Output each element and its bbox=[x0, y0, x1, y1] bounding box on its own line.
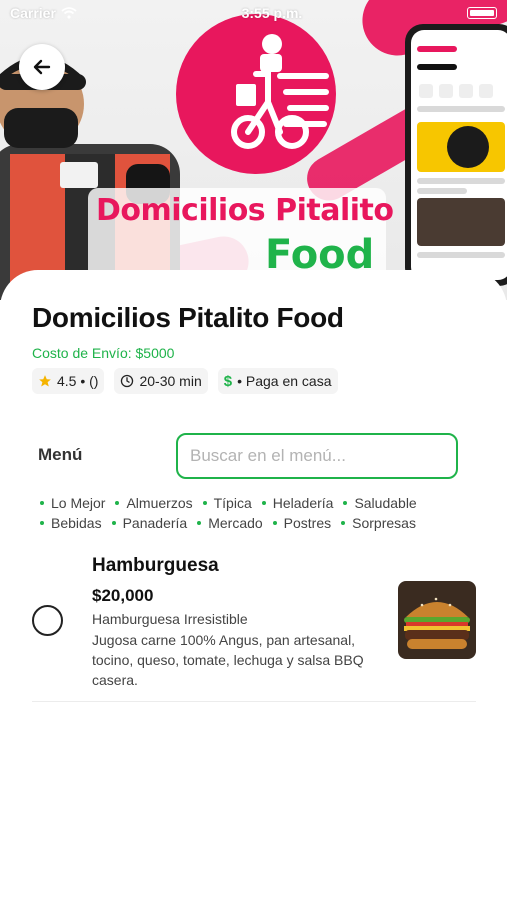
category-sorpresas[interactable]: Sorpresas bbox=[341, 515, 416, 531]
category-bebidas[interactable]: Bebidas bbox=[40, 515, 102, 531]
phone-ui-bar bbox=[417, 46, 457, 52]
store-title: Domicilios Pitalito Food bbox=[32, 302, 344, 333]
status-bar: Carrier 3:55 p.m. bbox=[0, 0, 507, 26]
item-image bbox=[398, 581, 476, 659]
shipping-cost: Costo de Envío: $5000 bbox=[32, 345, 175, 361]
rating-text: 4.5 • () bbox=[57, 373, 99, 389]
item-price: $20,000 bbox=[92, 586, 154, 605]
payment-text: • Paga en casa bbox=[237, 373, 332, 389]
star-icon bbox=[39, 375, 51, 387]
menu-search-input[interactable] bbox=[176, 433, 458, 479]
delivery-logo bbox=[176, 14, 336, 174]
carrier-label: Carrier bbox=[10, 5, 56, 21]
item-subtitle: Hamburguesa Irresistible bbox=[92, 611, 248, 627]
category-panaderia[interactable]: Panadería bbox=[111, 515, 187, 531]
phone-ui-logo bbox=[447, 126, 489, 168]
item-description: Jugosa carne 100% Angus, pan artesanal, … bbox=[92, 632, 364, 688]
hamburger-image bbox=[398, 581, 476, 659]
item-name: Hamburguesa bbox=[92, 555, 219, 576]
phone-ui-bar bbox=[417, 64, 457, 70]
phone-ui-bar bbox=[417, 106, 505, 112]
phone-ui-chip bbox=[459, 84, 473, 98]
store-info-chips: 4.5 • () 20-30 min $ • Paga en casa bbox=[32, 368, 338, 394]
phone-ui-store bbox=[417, 198, 505, 246]
phone-ui-chip bbox=[479, 84, 493, 98]
battery-icon bbox=[467, 7, 497, 19]
brand-name: Domicilios Pitalito bbox=[96, 193, 394, 228]
category-mercado[interactable]: Mercado bbox=[197, 515, 263, 531]
phone-ui-bar bbox=[417, 178, 505, 184]
rating-chip: 4.5 • () bbox=[32, 368, 105, 394]
category-row: Bebidas Panadería Mercado Postres Sorpre… bbox=[40, 513, 460, 533]
phone-ui-bar bbox=[417, 188, 467, 194]
menu-item[interactable]: Hamburguesa $20,000 Hamburguesa Irresist… bbox=[32, 552, 476, 702]
dollar-icon: $ bbox=[223, 372, 233, 390]
arrow-left-icon bbox=[33, 59, 51, 75]
payment-chip: $ • Paga en casa bbox=[217, 368, 338, 394]
hero-banner: Domicilios Pitalito Food Carrier 3:55 p.… bbox=[0, 0, 507, 300]
category-row: Lo Mejor Almuerzos Típica Heladería Salu… bbox=[40, 493, 460, 513]
status-time: 3:55 p.m. bbox=[241, 5, 303, 21]
phone-ui-chip bbox=[419, 84, 433, 98]
category-postres[interactable]: Postres bbox=[272, 515, 331, 531]
delivery-time-chip: 20-30 min bbox=[114, 368, 208, 394]
phone-screen bbox=[411, 30, 507, 280]
category-tipica[interactable]: Típica bbox=[202, 495, 252, 511]
phone-ui-chip bbox=[439, 84, 453, 98]
category-saludable[interactable]: Saludable bbox=[343, 495, 417, 511]
category-almuerzos[interactable]: Almuerzos bbox=[115, 495, 193, 511]
back-button[interactable] bbox=[19, 44, 65, 90]
scooter-rider-icon bbox=[231, 34, 329, 149]
category-lo-mejor[interactable]: Lo Mejor bbox=[40, 495, 105, 511]
category-heladeria[interactable]: Heladería bbox=[261, 495, 333, 511]
clock-icon bbox=[121, 374, 134, 388]
delivery-time-text: 20-30 min bbox=[139, 373, 202, 389]
item-select-radio[interactable] bbox=[32, 605, 63, 636]
phone-ui-bar bbox=[417, 252, 505, 258]
store-card: Domicilios Pitalito Food Costo de Envío:… bbox=[0, 270, 507, 900]
category-list: Lo Mejor Almuerzos Típica Heladería Salu… bbox=[40, 493, 460, 533]
menu-label: Menú bbox=[38, 445, 83, 464]
wifi-icon bbox=[61, 7, 77, 19]
phone-mockup bbox=[405, 24, 507, 286]
